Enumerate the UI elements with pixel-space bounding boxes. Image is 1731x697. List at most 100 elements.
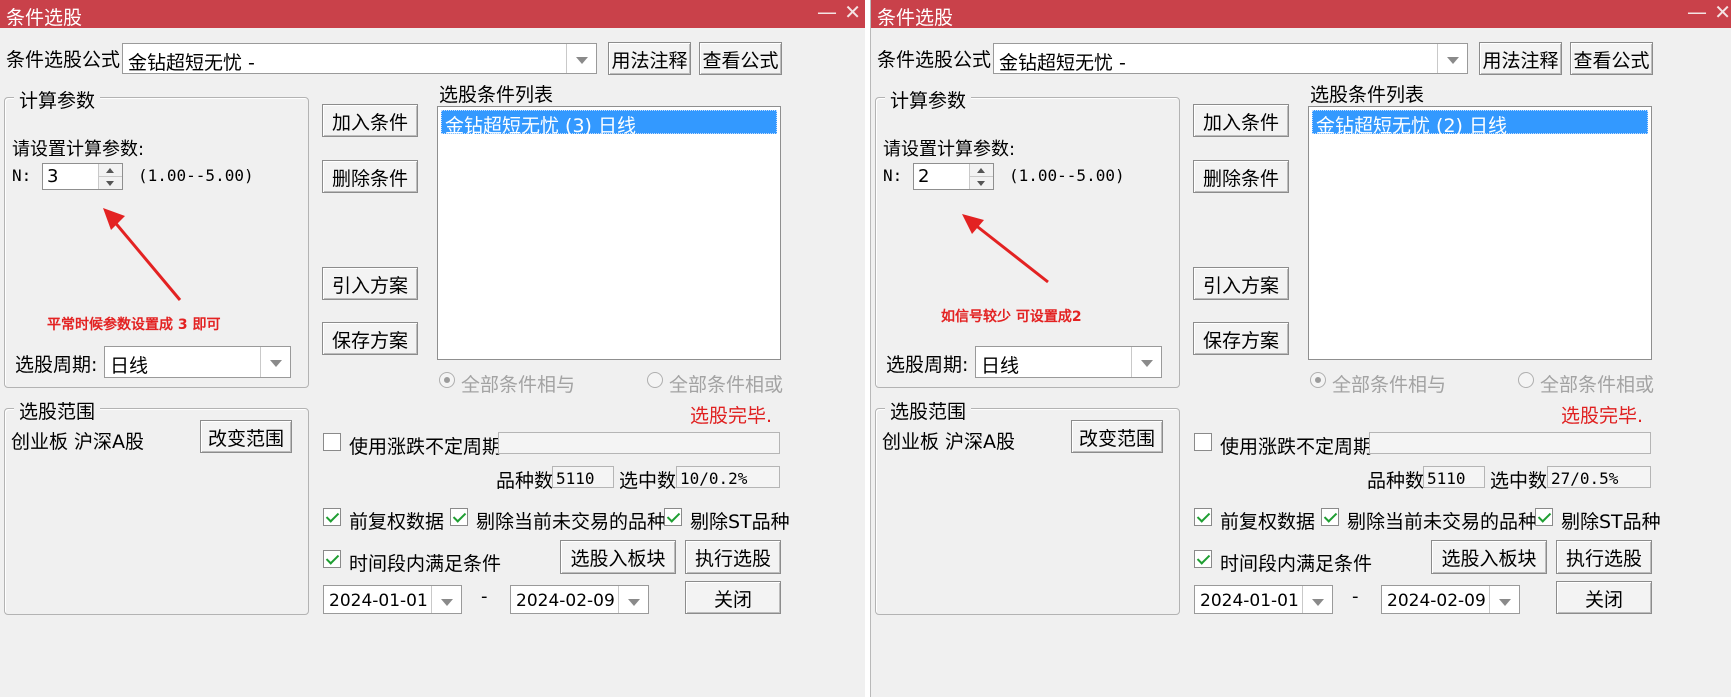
period-label: 选股周期: [15, 354, 98, 376]
chevron-down-icon[interactable] [431, 586, 461, 613]
delete-condition-button[interactable]: 删除条件 [322, 160, 418, 193]
end-date-picker[interactable]: 2024-02-09 [1381, 585, 1520, 614]
minimize-icon[interactable]: — [817, 0, 837, 24]
add-condition-button[interactable]: 加入条件 [322, 104, 418, 137]
condition-list[interactable]: 金钻超短无忧 (2) 日线 [1308, 106, 1652, 360]
status-text: 选股完毕. [1561, 405, 1644, 427]
close-icon[interactable]: ✕ [1714, 0, 1731, 24]
condition-list-item[interactable]: 金钻超短无忧 (2) 日线 [1312, 110, 1648, 137]
title-bar: 条件选股 — ✕ [0, 0, 865, 29]
params-prompt: 请设置计算参数: [883, 139, 1016, 160]
chevron-down-icon[interactable] [1437, 44, 1467, 73]
selected-label: 选中数 [1490, 470, 1548, 492]
execute-button[interactable]: 执行选股 [685, 540, 781, 574]
chevron-down-icon[interactable] [566, 44, 596, 73]
stock-screen-window-right: 条件选股 — ✕ 条件选股公式 金钻超短无忧 - 用法注释 查看公式 计算参数 … [870, 0, 1731, 697]
chevron-down-icon[interactable] [1489, 586, 1519, 613]
view-formula-button[interactable]: 查看公式 [1570, 42, 1653, 75]
radio-all-and[interactable] [439, 372, 455, 388]
time-range-label: 时间段内满足条件 [1220, 553, 1373, 575]
calc-params-title: 计算参数 [885, 86, 972, 113]
scope-title: 选股范围 [885, 397, 972, 424]
period-select[interactable]: 日线 [975, 346, 1162, 378]
exclude-not-traded-checkbox[interactable] [450, 508, 468, 526]
radio-all-or[interactable] [1518, 372, 1534, 388]
count-label: 品种数 [1367, 470, 1425, 492]
irregular-period-checkbox[interactable] [323, 433, 341, 451]
spin-down-icon[interactable] [99, 177, 122, 190]
end-date-value: 2024-02-09 [1387, 591, 1486, 611]
formula-select[interactable]: 金钻超短无忧 - [993, 43, 1468, 74]
start-date-value: 2024-01-01 [329, 591, 428, 611]
n-spinbox[interactable]: 3 [42, 163, 123, 190]
exclude-not-traded-checkbox[interactable] [1321, 508, 1339, 526]
count-value: 5110 [552, 466, 614, 488]
formula-select-value: 金钻超短无忧 - [999, 52, 1126, 74]
chevron-down-icon[interactable] [1302, 586, 1332, 613]
n-spinbox[interactable]: 2 [913, 163, 994, 190]
irregular-period-field[interactable] [1369, 432, 1651, 454]
close-button[interactable]: 关闭 [1556, 581, 1652, 614]
formula-select-value: 金钻超短无忧 - [128, 52, 255, 74]
spin-buttons [98, 164, 122, 189]
selected-value: 27/0.5% [1547, 466, 1651, 488]
exclude-st-checkbox[interactable] [1535, 508, 1553, 526]
forward-adjust-label: 前复权数据 [1220, 511, 1316, 533]
stock-screen-window-left: 条件选股 — ✕ 条件选股公式 金钻超短无忧 - 用法注释 查看公式 计算参数 … [0, 0, 865, 697]
radio-all-and[interactable] [1310, 372, 1326, 388]
radio-all-or-label: 全部条件相或 [669, 374, 784, 396]
usage-notes-button[interactable]: 用法注释 [608, 42, 691, 75]
exclude-st-checkbox[interactable] [664, 508, 682, 526]
title-bar: 条件选股 — ✕ [871, 0, 1731, 29]
chevron-down-icon[interactable] [1131, 347, 1161, 377]
chevron-down-icon[interactable] [618, 586, 648, 613]
chevron-down-icon[interactable] [260, 347, 290, 377]
radio-all-or[interactable] [647, 372, 663, 388]
annotation-text: 如信号较少 可设置成2 [941, 309, 1082, 325]
spin-up-icon[interactable] [99, 164, 122, 177]
condition-list-label: 选股条件列表 [1310, 84, 1425, 106]
formula-select[interactable]: 金钻超短无忧 - [122, 43, 597, 74]
condition-list-label: 选股条件列表 [439, 84, 554, 106]
add-condition-button[interactable]: 加入条件 [1193, 104, 1289, 137]
period-select[interactable]: 日线 [104, 346, 291, 378]
params-prompt: 请设置计算参数: [12, 139, 145, 160]
irregular-period-label: 使用涨跌不定周期 [1220, 436, 1373, 458]
start-date-value: 2024-01-01 [1200, 591, 1299, 611]
change-scope-button[interactable]: 改变范围 [200, 420, 292, 453]
time-range-checkbox[interactable] [323, 550, 341, 568]
save-scheme-button[interactable]: 保存方案 [1193, 322, 1289, 355]
end-date-picker[interactable]: 2024-02-09 [510, 585, 649, 614]
time-range-checkbox[interactable] [1194, 550, 1212, 568]
import-scheme-button[interactable]: 引入方案 [322, 267, 418, 300]
time-range-label: 时间段内满足条件 [349, 553, 502, 575]
forward-adjust-checkbox[interactable] [323, 508, 341, 526]
irregular-period-field[interactable] [498, 432, 780, 454]
usage-notes-button[interactable]: 用法注释 [1479, 42, 1562, 75]
add-to-block-button[interactable]: 选股入板块 [560, 540, 676, 574]
close-icon[interactable]: ✕ [844, 0, 861, 24]
spin-down-icon[interactable] [970, 177, 993, 190]
execute-button[interactable]: 执行选股 [1556, 540, 1652, 574]
n-label: N: [12, 166, 32, 185]
condition-list[interactable]: 金钻超短无忧 (3) 日线 [437, 106, 781, 360]
irregular-period-checkbox[interactable] [1194, 433, 1212, 451]
import-scheme-button[interactable]: 引入方案 [1193, 267, 1289, 300]
condition-list-item[interactable]: 金钻超短无忧 (3) 日线 [441, 110, 777, 137]
forward-adjust-checkbox[interactable] [1194, 508, 1212, 526]
start-date-picker[interactable]: 2024-01-01 [1194, 585, 1333, 614]
view-formula-button[interactable]: 查看公式 [699, 42, 782, 75]
spin-up-icon[interactable] [970, 164, 993, 177]
formula-label: 条件选股公式 [877, 49, 992, 71]
scope-value: 创业板 沪深A股 [11, 431, 145, 453]
delete-condition-button[interactable]: 删除条件 [1193, 160, 1289, 193]
change-scope-button[interactable]: 改变范围 [1071, 420, 1163, 453]
irregular-period-label: 使用涨跌不定周期 [349, 436, 502, 458]
start-date-picker[interactable]: 2024-01-01 [323, 585, 462, 614]
add-to-block-button[interactable]: 选股入板块 [1431, 540, 1547, 574]
scope-value: 创业板 沪深A股 [882, 431, 1016, 453]
calc-params-title: 计算参数 [14, 86, 101, 113]
close-button[interactable]: 关闭 [685, 581, 781, 614]
minimize-icon[interactable]: — [1687, 0, 1707, 24]
save-scheme-button[interactable]: 保存方案 [322, 322, 418, 355]
